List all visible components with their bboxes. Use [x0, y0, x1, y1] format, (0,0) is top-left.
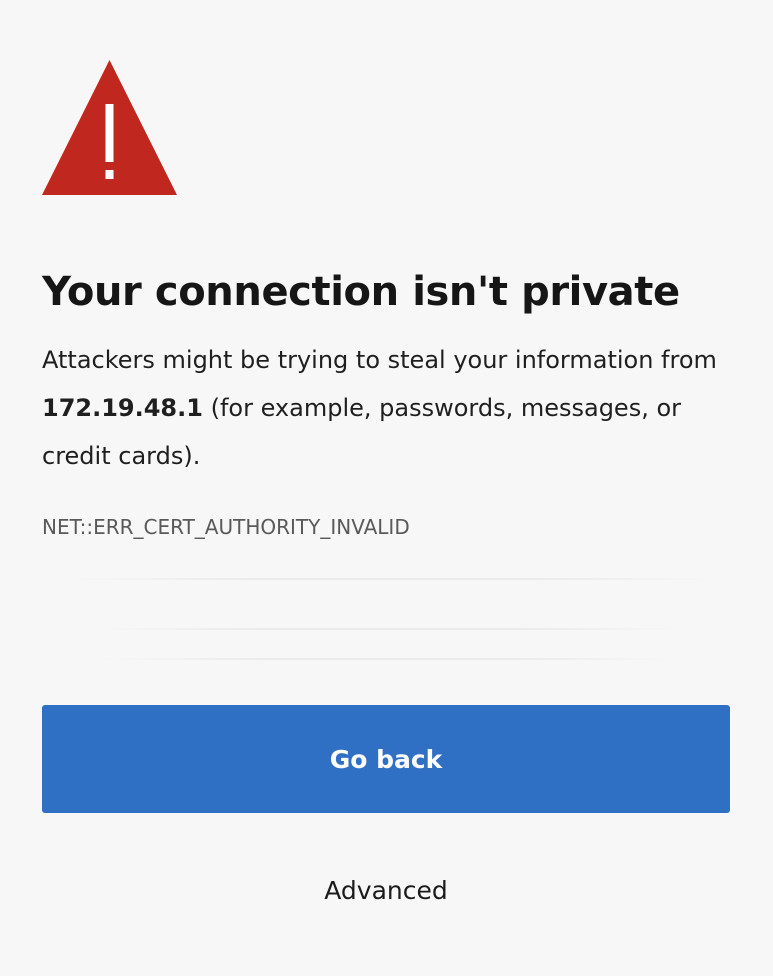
error-code: NET::ERR_CERT_AUTHORITY_INVALID: [42, 515, 410, 539]
warning-triangle-icon: [42, 60, 177, 195]
host-address: 172.19.48.1: [42, 394, 203, 422]
divider: [56, 578, 726, 580]
message-prefix: Attackers might be trying to steal your …: [42, 346, 717, 374]
page-title: Your connection isn't private: [42, 269, 680, 315]
go-back-button[interactable]: Go back: [42, 705, 730, 813]
divider: [90, 628, 690, 630]
divider: [100, 658, 680, 660]
advanced-button[interactable]: Advanced: [286, 866, 486, 914]
error-message: Attackers might be trying to steal your …: [42, 336, 732, 480]
